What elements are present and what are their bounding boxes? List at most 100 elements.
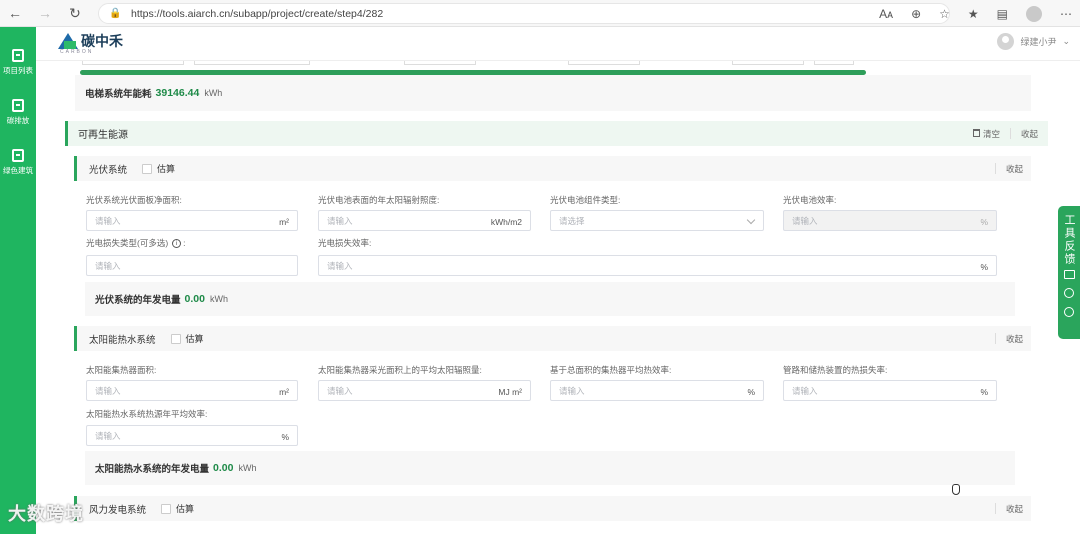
browser-toolbar: ← → ↻ 🔒 https://tools.aiarch.cn/subapp/p… (0, 0, 1080, 27)
ghost-field (194, 61, 310, 65)
stat-unit: kWh (204, 88, 223, 98)
mouse-cursor (952, 484, 960, 495)
chevron-down-icon (746, 215, 756, 225)
sidebar-item-carbon[interactable]: 碳排放 (0, 99, 36, 126)
collections-icon[interactable]: ▤ (997, 7, 1008, 21)
wechat-icon[interactable] (1064, 288, 1074, 298)
browser-tools: Aᴀ ⊕ ☆ ★ ▤ ⋯ (879, 0, 1072, 27)
sidebar: 项目列表 碳排放 绿色建筑 (0, 27, 36, 534)
section-title: 可再生能源 (78, 130, 128, 141)
pv-loss-type-input[interactable]: 请输入 (86, 255, 298, 276)
logo-subtitle: CARBON (60, 49, 94, 55)
sw-source-efficiency-label: 太阳能热水系统热源年平均效率: (86, 409, 208, 419)
divider (1009, 128, 1011, 139)
estimate-checkbox[interactable] (161, 503, 172, 514)
ghost-field (732, 61, 804, 65)
chevron-down-icon: ⌄ (1062, 36, 1070, 46)
feedback-tab[interactable]: 工具反馈 (1058, 206, 1080, 339)
pv-module-type-label: 光伏电池组件类型: (550, 195, 621, 205)
unit-label: % (747, 386, 755, 397)
sw-collector-efficiency-input[interactable]: 请输入 % (550, 380, 764, 401)
pv-loss-efficiency-label: 光电损失效率: (318, 238, 372, 248)
collapse-button[interactable]: 收起 (1006, 333, 1023, 345)
sw-annual-output: 太阳能热水系统的年发电量 0.00 kWh (85, 451, 1015, 485)
favorites-list-icon[interactable]: ★ (968, 7, 979, 21)
building-icon (12, 149, 24, 162)
sidebar-item-projects[interactable]: 项目列表 (0, 49, 36, 76)
user-name: 绿建小尹 (1020, 37, 1057, 47)
pv-area-label: 光伏系统光伏面板净面积: (86, 195, 182, 205)
section-title: 太阳能热水系统 (89, 334, 156, 346)
pv-area-input[interactable]: 请输入 m² (86, 210, 298, 231)
ghost-field (814, 61, 854, 65)
ghost-field (82, 61, 184, 65)
elevator-energy-summary: 电梯系统年能耗 39146.44 kWh (75, 75, 1031, 111)
mail-icon[interactable] (1063, 270, 1075, 279)
sw-radiation-label: 太阳能集热器采光面积上的平均太阳辐照量: (318, 365, 482, 375)
main-content: 电梯系统年能耗 39146.44 kWh 可再生能源 清空 收起 光伏系统 估算… (36, 61, 1080, 534)
sw-pipe-loss-input[interactable]: 请输入 % (783, 380, 997, 401)
sw-pipe-loss-label: 管路和储热装置的热损失率: (783, 365, 888, 375)
logo-text: 碳中禾 (81, 33, 123, 49)
renewable-section-header: 可再生能源 清空 收起 (65, 121, 1048, 146)
feedback-label: 工具反馈 (1063, 214, 1075, 266)
sw-radiation-input[interactable]: 请输入 MJ m² (318, 380, 531, 401)
url-text: https://tools.aiarch.cn/subapp/project/c… (131, 7, 384, 20)
unit-label: % (281, 431, 289, 442)
lock-icon: 🔒 (109, 8, 122, 19)
app-header: 碳中禾 CARBON 绿建小尹 ⌄ (36, 27, 1080, 61)
collapse-button[interactable]: 收起 (1021, 128, 1038, 140)
sw-source-efficiency-input[interactable]: 请输入 % (86, 425, 298, 446)
third-section-header: 风力发电系统 估算 收起 (74, 496, 1031, 521)
trash-icon (972, 128, 980, 137)
pv-annual-output: 光伏系统的年发电量 0.00 kWh (85, 282, 1015, 316)
section-title: 风力发电系统 (89, 504, 147, 516)
stat-unit: kWh (209, 294, 228, 304)
estimate-checkbox[interactable] (170, 333, 181, 344)
profile-avatar[interactable] (1026, 5, 1042, 22)
stat-unit: kWh (238, 463, 257, 473)
sw-area-label: 太阳能集热器面积: (86, 365, 157, 375)
pv-efficiency-input: 请输入 % (783, 210, 997, 231)
section-title: 光伏系统 (89, 164, 128, 176)
more-icon[interactable]: ⋯ (1060, 7, 1072, 21)
stat-label: 太阳能热水系统的年发电量 (95, 464, 210, 475)
ghost-field (568, 61, 640, 65)
stat-value: 39146.44 (155, 87, 200, 99)
unit-label: % (980, 386, 988, 397)
info-icon[interactable]: i (172, 239, 182, 249)
phone-icon[interactable] (1064, 307, 1074, 317)
stat-value: 0.00 (184, 293, 205, 305)
stat-value: 0.00 (213, 462, 234, 474)
favorite-icon[interactable]: ☆ (939, 7, 950, 21)
back-icon[interactable]: ← (0, 0, 30, 27)
logo[interactable]: 碳中禾 (58, 31, 123, 51)
address-bar[interactable]: 🔒 https://tools.aiarch.cn/subapp/project… (98, 3, 950, 24)
sidebar-item-green-building[interactable]: 绿色建筑 (0, 149, 36, 176)
stat-label: 电梯系统年能耗 (85, 89, 152, 100)
clear-button[interactable]: 清空 (972, 128, 1000, 140)
collapse-button[interactable]: 收起 (1006, 163, 1023, 175)
forward-icon[interactable]: → (30, 0, 60, 27)
read-aloud-icon[interactable]: Aᴀ (879, 7, 893, 21)
pv-irradiance-input[interactable]: 请输入 kWh/m2 (318, 210, 531, 231)
pv-loss-efficiency-input[interactable]: 请输入 % (318, 255, 997, 276)
sidebar-item-label: 碳排放 (6, 116, 30, 125)
sidebar-item-label: 项目列表 (3, 66, 33, 75)
unit-label: % (980, 261, 988, 272)
pv-irradiance-label: 光伏电池表面的年太阳辐射照度: (318, 195, 440, 205)
collapse-button[interactable]: 收起 (1006, 503, 1023, 515)
logo-mark-icon (58, 31, 78, 51)
pv-efficiency-label: 光伏电池效率: (783, 195, 837, 205)
zoom-icon[interactable]: ⊕ (911, 7, 921, 21)
ghost-field (404, 61, 476, 65)
estimate-checkbox[interactable] (142, 163, 153, 174)
watermark: 大数跨境 (8, 504, 84, 524)
sw-area-input[interactable]: 请输入 m² (86, 380, 298, 401)
pv-module-type-select[interactable]: 请选择 (550, 210, 764, 231)
user-menu[interactable]: 绿建小尹 ⌄ (997, 33, 1070, 50)
pv-loss-type-label: 光电损失类型(可多选) i: (86, 238, 186, 249)
reload-icon[interactable]: ↻ (60, 0, 90, 27)
estimate-label: 估算 (176, 504, 195, 514)
unit-label: kWh/m2 (490, 216, 522, 227)
